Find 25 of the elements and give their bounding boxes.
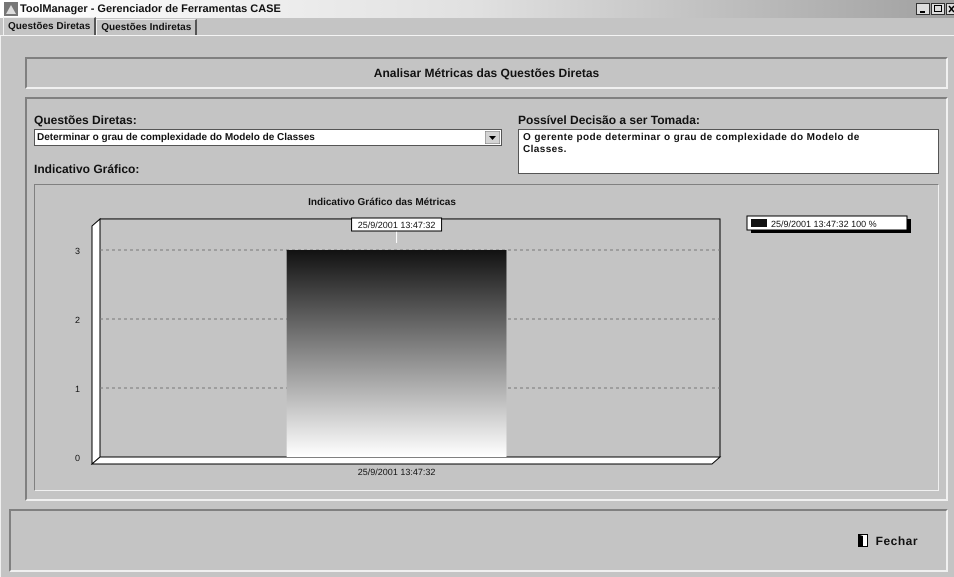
close-button[interactable]: Fechar [858,532,918,550]
tab[interactable]: Questões Diretas [3,17,96,35]
y-tick-label: 0 [74,453,80,463]
window-title: ToolManager - Gerenciador de Ferramentas CASE [20,2,281,17]
leader-line [396,230,398,244]
app-icon [4,2,18,16]
header-title: Analisar Métricas das Questões Diretas [374,65,600,82]
decision-text-area[interactable]: O gerente pode determinar o grau de complexidade do Modelo de Classes. [518,129,939,174]
field-label: Questões Diretas: [34,113,138,127]
chart-legend: 25/9/2001 13:47:32 100 % [746,216,911,233]
tab[interactable]: Questões Indiretas [96,19,198,35]
question-dropdown[interactable]: Determinar o grau de complexidade do Modelo de Classes [34,129,502,146]
y-tick-label: 1 [74,384,80,394]
data-label: 25/9/2001 13:47:32 [351,218,442,232]
minimize-icon[interactable] [916,3,930,15]
close-icon[interactable] [946,3,954,15]
section-label: Indicativo Gráfico: [34,162,140,176]
field-label: Possível Decisão a ser Tomada: [518,113,701,127]
y-tick-label: 2 [74,315,80,325]
y-tick-label: 3 [74,246,80,256]
dropdown-arrow-icon[interactable] [485,131,500,144]
x-tick-label: 25/9/2001 13:47:32 [358,467,436,477]
door-icon [858,534,868,547]
maximize-icon[interactable] [931,3,945,15]
chart-title: Indicativo Gráfico das Métricas [308,197,456,208]
